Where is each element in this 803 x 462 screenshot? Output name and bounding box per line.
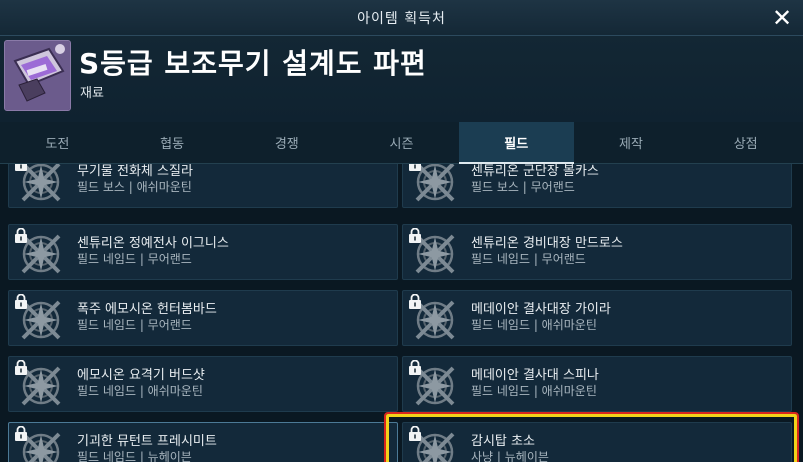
entry-name: 기괴한 뮤턴트 프레시미트 [77, 434, 217, 449]
list-item[interactable]: 에모시온 요격기 버드샷 필드 네임드 | 애쉬마운틴 [8, 356, 398, 412]
lock-icon [14, 294, 28, 309]
item-header: S등급 보조무기 설계도 파편 재료 [0, 36, 803, 122]
entry-sub: 필드 네임드 | 무어랜드 [77, 318, 192, 332]
tab-challenge[interactable]: 도전 [0, 122, 115, 163]
entry-sub: 필드 네임드 | 애쉬마운틴 [471, 318, 597, 332]
tab-field[interactable]: 필드 [458, 122, 574, 164]
entry-name: 에모시온 요격기 버드샷 [77, 368, 205, 383]
lock-icon [14, 426, 28, 441]
item-name: S등급 보조무기 설계도 파편 [79, 47, 427, 80]
lock-icon [14, 360, 28, 375]
entry-sub: 필드 보스 | 무어랜드 [471, 180, 575, 194]
entry-name: 무기물 전화체 스질라 [77, 164, 193, 179]
entry-sub: 필드 네임드 | 무어랜드 [471, 252, 586, 266]
source-tabs: 도전 협동 경쟁 시즌 필드 제작 상점 [0, 122, 803, 164]
entry-sub: 사냥 | 뉴헤이븐 [471, 450, 549, 462]
list-item[interactable]: 메데이안 결사대장 가이라 필드 네임드 | 애쉬마운틴 [402, 290, 792, 346]
entry-name: 폭주 에모시온 헌터봄바드 [77, 302, 217, 317]
entry-name: 감시탑 초소 [471, 434, 535, 449]
source-list[interactable]: 무기물 전화체 스질라 필드 보스 | 애쉬마운틴 센튜리온 군단장 볼카스 필… [0, 164, 803, 462]
list-item-selected[interactable]: 감시탑 초소 사냥 | 뉴헤이븐 [402, 422, 792, 462]
entry-sub: 필드 보스 | 애쉬마운틴 [77, 180, 192, 194]
entry-sub: 필드 네임드 | 애쉬마운틴 [471, 384, 597, 398]
entry-sub: 필드 네임드 | 애쉬마운틴 [77, 384, 203, 398]
blueprint-fragment-icon [4, 40, 71, 111]
list-item[interactable]: 기괴한 뮤턴트 프레시미트 필드 네임드 | 뉴헤이븐 [8, 422, 398, 462]
list-item[interactable]: 센튜리온 정예전사 이그니스 필드 네임드 | 무어랜드 [8, 224, 398, 280]
tab-competition[interactable]: 경쟁 [229, 122, 344, 163]
entry-name: 센튜리온 정예전사 이그니스 [77, 236, 229, 251]
tab-crafting[interactable]: 제작 [574, 122, 689, 163]
list-item[interactable]: 센튜리온 군단장 볼카스 필드 보스 | 무어랜드 [402, 164, 792, 208]
list-item[interactable]: 폭주 에모시온 헌터봄바드 필드 네임드 | 무어랜드 [8, 290, 398, 346]
window-title: 아이템 획득처 [357, 10, 446, 27]
entry-name: 센튜리온 군단장 볼카스 [471, 164, 599, 179]
lock-icon [408, 360, 422, 375]
tab-season[interactable]: 시즌 [344, 122, 459, 163]
tab-shop[interactable]: 상점 [688, 122, 803, 163]
lock-icon [408, 228, 422, 243]
lock-icon [408, 164, 422, 171]
list-item[interactable]: 메데이안 결사대 스피나 필드 네임드 | 애쉬마운틴 [402, 356, 792, 412]
entry-name: 메데이안 결사대 스피나 [471, 368, 599, 383]
entry-name: 메데이안 결사대장 가이라 [471, 302, 611, 317]
lock-icon [14, 164, 28, 171]
lock-icon [408, 294, 422, 309]
close-icon[interactable]: ✕ [769, 5, 795, 31]
entry-sub: 필드 네임드 | 뉴헤이븐 [77, 450, 192, 462]
lock-icon [14, 228, 28, 243]
window-titlebar: 아이템 획득처 ✕ [0, 0, 803, 36]
list-item[interactable]: 센튜리온 경비대장 만드로스 필드 네임드 | 무어랜드 [402, 224, 792, 280]
item-type: 재료 [80, 86, 104, 101]
list-item[interactable]: 무기물 전화체 스질라 필드 보스 | 애쉬마운틴 [8, 164, 398, 208]
tab-coop[interactable]: 협동 [115, 122, 230, 163]
lock-icon [408, 426, 422, 441]
entry-name: 센튜리온 경비대장 만드로스 [471, 236, 623, 251]
entry-sub: 필드 네임드 | 무어랜드 [77, 252, 192, 266]
